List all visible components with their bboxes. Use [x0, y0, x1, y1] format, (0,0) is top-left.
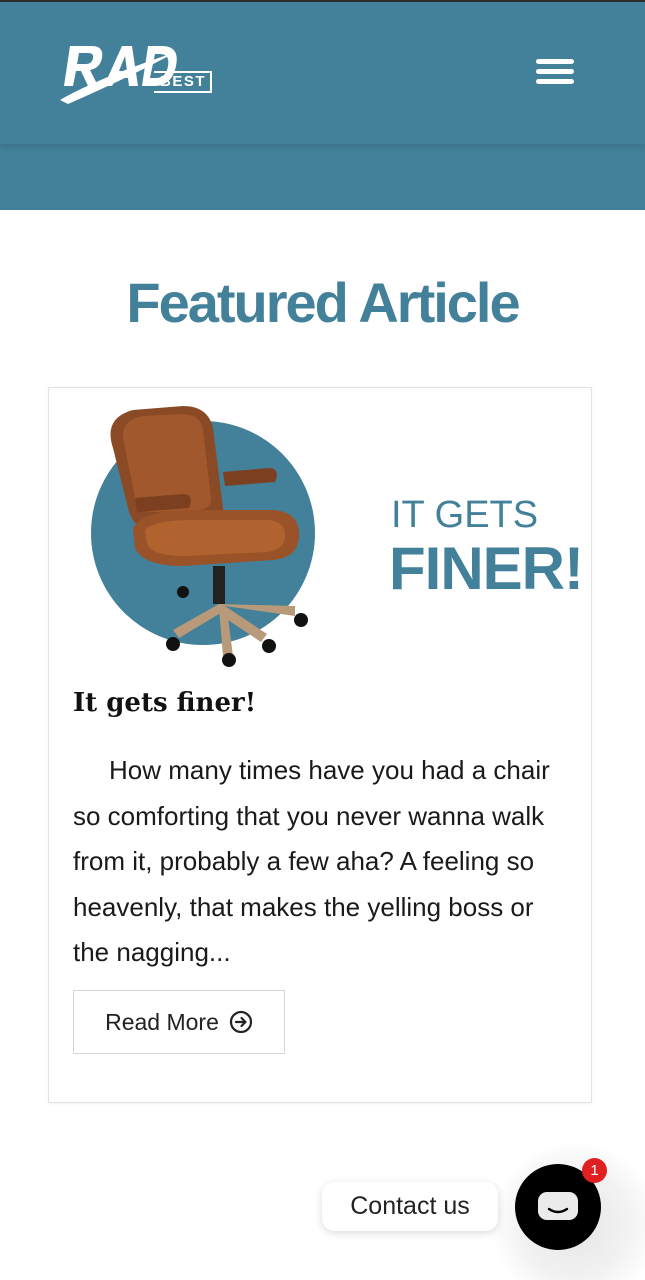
- logo-badge: BEST: [154, 71, 212, 93]
- read-more-button[interactable]: Read More: [73, 990, 285, 1054]
- article-title[interactable]: It gets finer!: [73, 688, 256, 718]
- site-header: BEST: [0, 0, 645, 210]
- hamburger-menu-icon[interactable]: [536, 59, 574, 87]
- article-image[interactable]: IT GETS FINER!: [73, 398, 584, 678]
- notification-badge: 1: [582, 1158, 607, 1183]
- featured-heading: Featured Article: [126, 271, 520, 334]
- image-caption-line2: FINER!: [389, 535, 584, 602]
- article-excerpt: How many times have you had a chair so c…: [73, 755, 550, 967]
- article-card: IT GETS FINER! It gets finer! How many t…: [48, 387, 592, 1103]
- image-caption-line1: IT GETS: [391, 494, 539, 536]
- read-more-label: Read More: [105, 1008, 219, 1035]
- chat-bubble-icon: [538, 1192, 578, 1220]
- arrow-circle-right-icon: [229, 1010, 252, 1034]
- site-logo[interactable]: BEST: [58, 38, 216, 110]
- contact-us-label[interactable]: Contact us: [322, 1182, 498, 1231]
